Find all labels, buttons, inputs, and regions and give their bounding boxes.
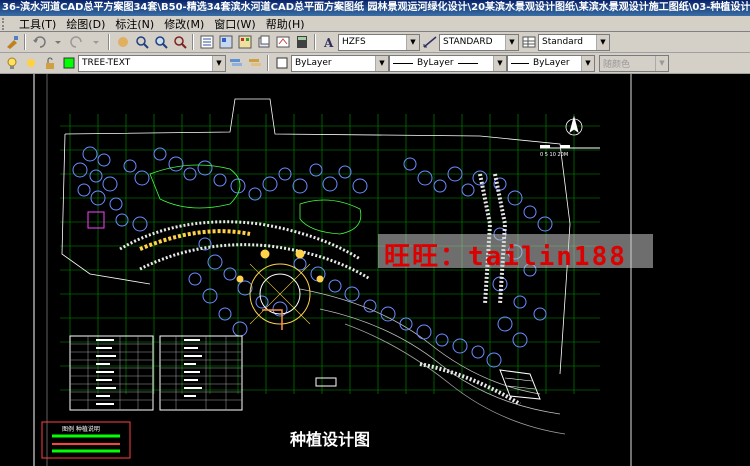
plot-style-select: 随颜色 ▼ <box>599 54 669 72</box>
layer-select[interactable]: TREE-TEXT ▼ <box>78 54 226 72</box>
linetype-preview-tail <box>457 62 478 64</box>
drawing-title: 种植设计图 <box>290 430 371 449</box>
color-select[interactable]: ByLayer ▼ <box>291 54 389 72</box>
color-swatch-bylayer-icon <box>273 55 290 72</box>
layers-toolbar: TREE-TEXT ▼ ByLayer ▼ ByLayer ▼ ByLayer … <box>0 53 750 74</box>
legend-title-block: 图例 种植说明 <box>41 421 131 459</box>
chevron-down-icon: ▼ <box>655 55 668 71</box>
scale-bar: 0 5 10 20M <box>540 145 600 158</box>
unlock-icon[interactable] <box>41 55 58 72</box>
menu-modify[interactable]: 修改(M) <box>159 16 209 32</box>
table-style-icon <box>520 34 537 51</box>
drawing-canvas[interactable]: 0 5 10 20M 图例 种植说明 种植设计图 旺旺：tailin188 <box>0 74 750 466</box>
menu-grip-handle[interactable] <box>2 17 10 30</box>
plant-legend-table-2 <box>159 335 243 411</box>
layer-previous-icon[interactable] <box>246 55 263 72</box>
undo-dropdown-icon[interactable] <box>49 34 66 51</box>
lineweight-preview <box>511 62 529 64</box>
watermark-text: 旺旺：tailin188 <box>384 242 627 272</box>
sun-icon[interactable] <box>22 55 39 72</box>
svg-text:A: A <box>323 36 334 49</box>
lightbulb-icon[interactable] <box>3 55 20 72</box>
linetype-value: ByLayer <box>417 58 454 68</box>
dim-style-select[interactable]: STANDARD ▼ <box>439 33 519 51</box>
redo-icon[interactable] <box>68 34 85 51</box>
zoom-previous-icon[interactable] <box>171 34 188 51</box>
lineweight-select[interactable]: ByLayer ▼ <box>507 54 595 72</box>
lineweight-value: ByLayer <box>533 58 570 68</box>
chevron-down-icon[interactable]: ▼ <box>406 34 419 50</box>
markup-icon[interactable] <box>274 34 291 51</box>
design-center-icon[interactable] <box>217 34 234 51</box>
linetype-select[interactable]: ByLayer ▼ <box>389 54 507 72</box>
undo-icon[interactable] <box>30 34 47 51</box>
sheet-set-icon[interactable] <box>255 34 272 51</box>
menu-draw[interactable]: 绘图(D) <box>61 16 110 32</box>
menu-help[interactable]: 帮助(H) <box>261 16 310 32</box>
layer-manager-icon[interactable] <box>227 55 244 72</box>
zoom-window-icon[interactable] <box>152 34 169 51</box>
plaza-planting <box>139 229 324 325</box>
chevron-down-icon[interactable]: ▼ <box>596 34 609 50</box>
tool-palettes-icon[interactable] <box>236 34 253 51</box>
menu-tools[interactable]: 工具(T) <box>14 16 61 32</box>
menu-bar: 工具(T) 绘图(D) 标注(N) 修改(M) 窗口(W) 帮助(H) <box>0 16 750 32</box>
pan-icon[interactable] <box>114 34 131 51</box>
chevron-down-icon[interactable]: ▼ <box>375 55 388 71</box>
plot-style-value: 随颜色 <box>603 59 631 70</box>
window-title-bar: 36-滨水河道CAD总平方案图34套\B50-精选34套滨水河道CAD总平面方案… <box>0 0 750 16</box>
plant-legend-table-1 <box>69 335 154 411</box>
redo-dropdown-icon[interactable] <box>87 34 104 51</box>
table-style-value: Standard <box>542 37 583 47</box>
menu-dimension[interactable]: 标注(N) <box>110 16 159 32</box>
chevron-down-icon[interactable]: ▼ <box>212 55 225 71</box>
properties-icon[interactable] <box>198 34 215 51</box>
window-title: 36-滨水河道CAD总平方案图34套\B50-精选34套滨水河道CAD总平面方案… <box>2 2 750 13</box>
color-value: ByLayer <box>295 58 332 68</box>
dim-style-icon <box>421 34 438 51</box>
calculator-icon[interactable] <box>293 34 310 51</box>
text-style-value: HZFS <box>342 37 366 47</box>
match-properties-icon[interactable] <box>3 34 20 51</box>
drawing-svg[interactable]: 0 5 10 20M 图例 种植说明 <box>0 74 750 466</box>
dim-style-value: STANDARD <box>443 37 493 47</box>
layer-value: TREE-TEXT <box>82 58 131 68</box>
color-swatch-icon[interactable] <box>60 55 77 72</box>
shrub-masses <box>119 173 522 406</box>
legend-header: 图例 种植说明 <box>62 425 100 433</box>
watermark-banner: 旺旺：tailin188 <box>378 234 653 272</box>
text-style-select[interactable]: HZFS ▼ <box>338 33 420 51</box>
chevron-down-icon[interactable]: ▼ <box>493 55 506 71</box>
chevron-down-icon[interactable]: ▼ <box>505 34 518 50</box>
text-style-icon: A <box>320 34 337 51</box>
scale-text: 0 5 10 20M <box>540 152 568 158</box>
table-style-select[interactable]: Standard ▼ <box>538 33 610 51</box>
menu-window[interactable]: 窗口(W) <box>209 16 260 32</box>
chevron-down-icon[interactable]: ▼ <box>581 55 594 71</box>
zoom-realtime-icon[interactable] <box>133 34 150 51</box>
standard-toolbar: A HZFS ▼ STANDARD ▼ Standard ▼ <box>0 32 750 53</box>
linetype-preview <box>393 62 413 64</box>
